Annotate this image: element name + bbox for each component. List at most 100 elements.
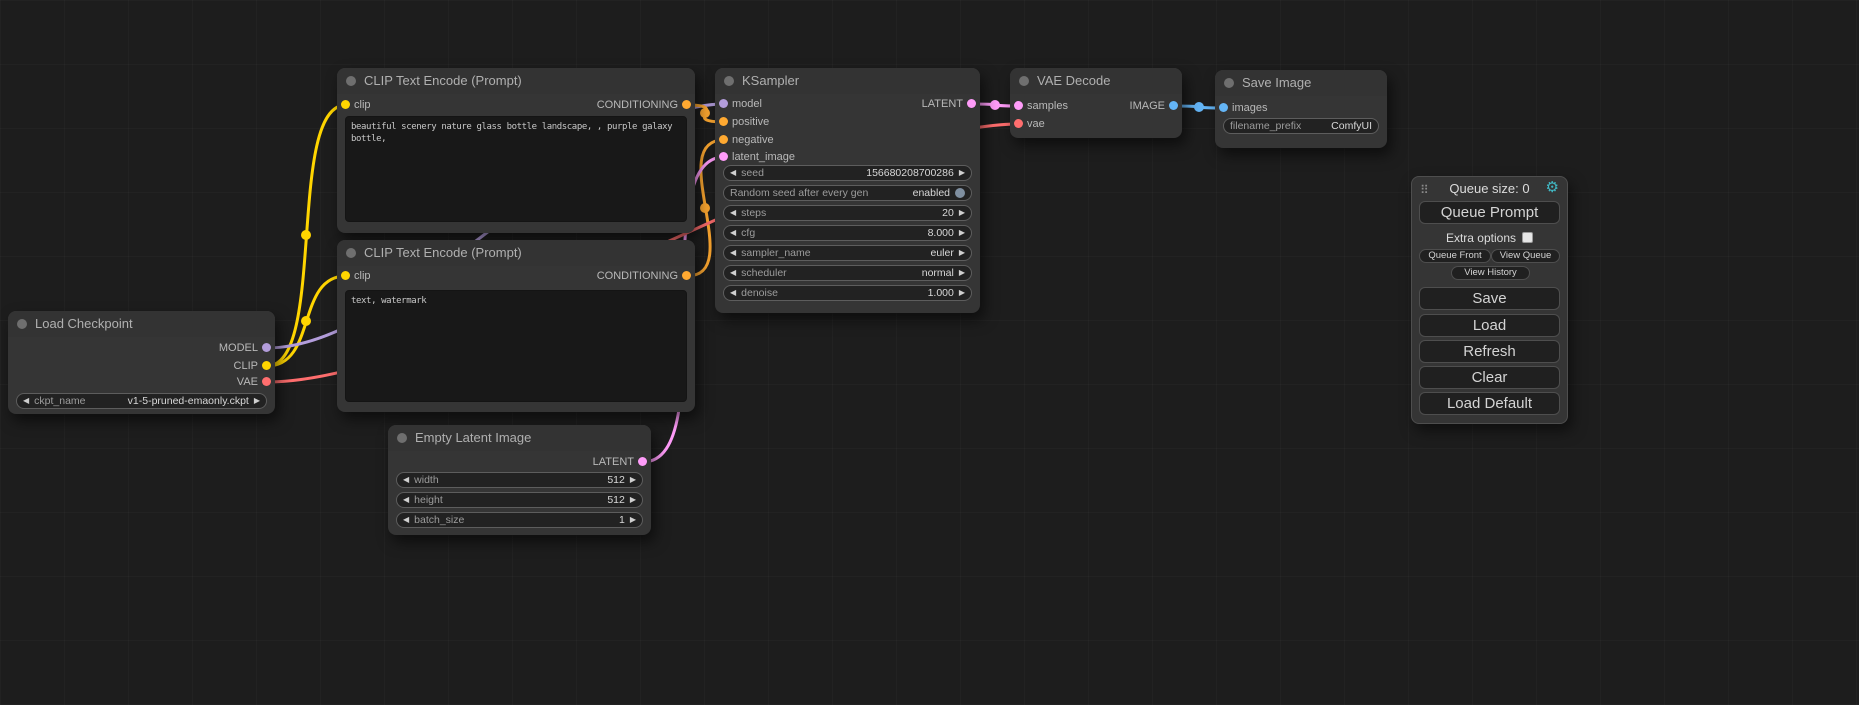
input-slot-vae: vae: [1027, 115, 1045, 133]
node-vae-decode[interactable]: VAE Decode samples vae IMAGE: [1010, 68, 1182, 138]
random-seed-toggle[interactable]: [955, 188, 965, 198]
ckpt-name-widget[interactable]: ◀ ckpt_name v1-5-pruned-emaonly.ckpt ▶: [16, 393, 267, 409]
input-dot-samples[interactable]: [1014, 101, 1023, 110]
output-dot-model[interactable]: [262, 343, 271, 352]
load-button[interactable]: Load: [1419, 314, 1560, 337]
negative-prompt-textarea[interactable]: text, watermark: [345, 290, 687, 402]
node-title-bar[interactable]: CLIP Text Encode (Prompt): [337, 240, 695, 266]
output-dot-conditioning[interactable]: [682, 100, 691, 109]
node-save-image[interactable]: Save Image images filename_prefix ComfyU…: [1215, 70, 1387, 148]
node-status-dot-icon[interactable]: [17, 319, 27, 329]
node-title: CLIP Text Encode (Prompt): [364, 245, 522, 260]
steps-widget[interactable]: ◀ steps 20 ▶: [723, 205, 972, 221]
widget-value: enabled: [913, 187, 950, 199]
output-dot-latent[interactable]: [638, 457, 647, 466]
increment-arrow-icon[interactable]: ▶: [959, 166, 965, 180]
increment-arrow-icon[interactable]: ▶: [630, 513, 636, 527]
decrement-arrow-icon[interactable]: ◀: [403, 513, 409, 527]
increment-arrow-icon[interactable]: ▶: [254, 394, 260, 408]
filename-prefix-widget[interactable]: filename_prefix ComfyUI: [1223, 118, 1379, 134]
node-clip-text-encode-positive[interactable]: CLIP Text Encode (Prompt) clip CONDITION…: [337, 68, 695, 233]
increment-arrow-icon[interactable]: ▶: [959, 266, 965, 280]
decrement-arrow-icon[interactable]: ◀: [23, 394, 29, 408]
node-load-checkpoint[interactable]: Load Checkpoint MODEL CLIP VAE ◀ ckpt_na…: [8, 311, 275, 414]
input-dot-clip[interactable]: [341, 271, 350, 280]
decrement-arrow-icon[interactable]: ◀: [403, 473, 409, 487]
node-title-bar[interactable]: Save Image: [1215, 70, 1387, 96]
increment-arrow-icon[interactable]: ▶: [959, 286, 965, 300]
queue-prompt-button[interactable]: Queue Prompt: [1419, 201, 1560, 224]
increment-arrow-icon[interactable]: ▶: [959, 226, 965, 240]
input-dot-vae[interactable]: [1014, 119, 1023, 128]
sampler-name-widget[interactable]: ◀ sampler_name euler ▶: [723, 245, 972, 261]
decrement-arrow-icon[interactable]: ◀: [730, 246, 736, 260]
node-title-bar[interactable]: Load Checkpoint: [8, 311, 275, 337]
input-slot-latent-image: latent_image: [732, 148, 795, 166]
node-status-dot-icon[interactable]: [724, 76, 734, 86]
node-title-bar[interactable]: KSampler: [715, 68, 980, 94]
output-dot-image[interactable]: [1169, 101, 1178, 110]
input-slot-clip: clip: [354, 267, 371, 285]
output-dot-latent[interactable]: [967, 99, 976, 108]
decrement-arrow-icon[interactable]: ◀: [730, 166, 736, 180]
height-widget[interactable]: ◀ height 512 ▶: [396, 492, 643, 508]
input-dot-images[interactable]: [1219, 103, 1228, 112]
node-status-dot-icon[interactable]: [346, 248, 356, 258]
view-history-button[interactable]: View History: [1451, 266, 1530, 280]
node-empty-latent-image[interactable]: Empty Latent Image LATENT ◀ width 512 ▶ …: [388, 425, 651, 535]
widget-name: steps: [741, 207, 937, 219]
widget-value: 512: [607, 494, 625, 506]
decrement-arrow-icon[interactable]: ◀: [730, 206, 736, 220]
node-title-bar[interactable]: Empty Latent Image: [388, 425, 651, 451]
increment-arrow-icon[interactable]: ▶: [630, 493, 636, 507]
settings-gear-icon[interactable]: ⚙: [1546, 180, 1559, 196]
node-title: Load Checkpoint: [35, 316, 133, 331]
node-ksampler[interactable]: KSampler model positive negative latent_…: [715, 68, 980, 313]
denoise-widget[interactable]: ◀ denoise 1.000 ▶: [723, 285, 972, 301]
node-status-dot-icon[interactable]: [1019, 76, 1029, 86]
increment-arrow-icon[interactable]: ▶: [630, 473, 636, 487]
decrement-arrow-icon[interactable]: ◀: [730, 286, 736, 300]
input-dot-negative[interactable]: [719, 135, 728, 144]
node-status-dot-icon[interactable]: [1224, 78, 1234, 88]
clear-button[interactable]: Clear: [1419, 366, 1560, 389]
node-status-dot-icon[interactable]: [397, 433, 407, 443]
node-title-bar[interactable]: CLIP Text Encode (Prompt): [337, 68, 695, 94]
node-title-bar[interactable]: VAE Decode: [1010, 68, 1182, 94]
cfg-widget[interactable]: ◀ cfg 8.000 ▶: [723, 225, 972, 241]
save-button[interactable]: Save: [1419, 287, 1560, 310]
positive-prompt-textarea[interactable]: beautiful scenery nature glass bottle la…: [345, 116, 687, 222]
scheduler-widget[interactable]: ◀ scheduler normal ▶: [723, 265, 972, 281]
input-dot-clip[interactable]: [341, 100, 350, 109]
load-default-button[interactable]: Load Default: [1419, 392, 1560, 415]
decrement-arrow-icon[interactable]: ◀: [730, 226, 736, 240]
extra-options-row: Extra options: [1412, 231, 1567, 245]
drag-handle-icon[interactable]: ⠿: [1420, 182, 1429, 198]
decrement-arrow-icon[interactable]: ◀: [730, 266, 736, 280]
increment-arrow-icon[interactable]: ▶: [959, 206, 965, 220]
node-title: KSampler: [742, 73, 799, 88]
input-slot-negative: negative: [732, 131, 774, 149]
node-status-dot-icon[interactable]: [346, 76, 356, 86]
queue-front-button[interactable]: Queue Front: [1419, 249, 1491, 263]
widget-name: Random seed after every gen: [730, 187, 908, 199]
batch-size-widget[interactable]: ◀ batch_size 1 ▶: [396, 512, 643, 528]
increment-arrow-icon[interactable]: ▶: [959, 246, 965, 260]
extra-options-label: Extra options: [1446, 231, 1516, 245]
width-widget[interactable]: ◀ width 512 ▶: [396, 472, 643, 488]
queue-size-header: ⠿ Queue size: 0 ⚙: [1420, 181, 1559, 197]
refresh-button[interactable]: Refresh: [1419, 340, 1560, 363]
view-queue-button[interactable]: View Queue: [1491, 249, 1560, 263]
node-clip-text-encode-negative[interactable]: CLIP Text Encode (Prompt) clip CONDITION…: [337, 240, 695, 412]
output-dot-clip[interactable]: [262, 361, 271, 370]
decrement-arrow-icon[interactable]: ◀: [403, 493, 409, 507]
input-dot-latent-image[interactable]: [719, 152, 728, 161]
extra-options-checkbox[interactable]: [1522, 232, 1533, 243]
input-dot-model[interactable]: [719, 99, 728, 108]
output-dot-vae[interactable]: [262, 377, 271, 386]
seed-widget[interactable]: ◀ seed 156680208700286 ▶: [723, 165, 972, 181]
random-seed-widget[interactable]: Random seed after every gen enabled: [723, 185, 972, 201]
output-dot-conditioning[interactable]: [682, 271, 691, 280]
comfyui-canvas[interactable]: { "canvas": {"background": "#1d1d1d"}, "…: [0, 0, 1859, 705]
input-dot-positive[interactable]: [719, 117, 728, 126]
